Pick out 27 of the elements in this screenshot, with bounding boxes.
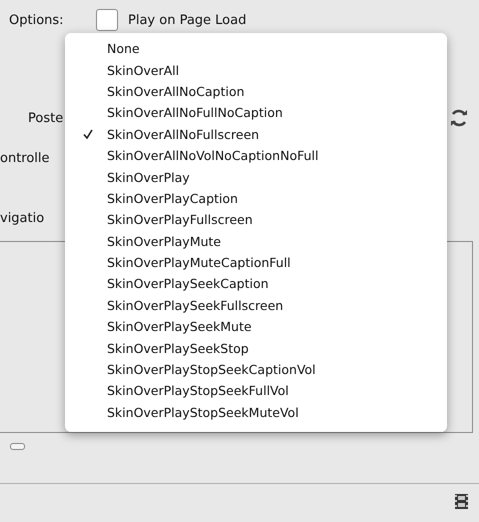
menu-item[interactable]: SkinOverPlayStopSeekFullVol (107, 383, 289, 398)
menu-item[interactable]: SkinOverAllNoVolNoCaptionNoFull (107, 148, 318, 164)
menu-item[interactable]: SkinOverPlayMuteCaptionFull (107, 255, 291, 270)
poster-label: Poste (27, 110, 64, 126)
menu-item[interactable]: SkinOverPlaySeekMute (107, 319, 252, 334)
menu-item[interactable]: SkinOverPlayStopSeekMuteVol (107, 404, 299, 420)
menu-item[interactable]: SkinOverPlaySeekFullscreen (107, 298, 284, 313)
menu-item[interactable]: SkinOverAllNoFullscreen (107, 126, 260, 142)
options-label: Options: (9, 12, 65, 28)
menu-item[interactable]: SkinOverPlayStopSeekCaptionVol (107, 362, 316, 378)
navigation-label: vigatio (0, 210, 44, 226)
play-on-load-checkbox[interactable] (96, 9, 118, 31)
menu-item[interactable]: SkinOverAll (107, 62, 180, 78)
menu-item[interactable]: SkinOverPlaySeekStop (107, 340, 249, 356)
menu-item[interactable]: SkinOverPlaySeekCaption (107, 276, 269, 292)
controller-label: ontrolle (0, 150, 50, 166)
refresh-icon[interactable] (449, 108, 469, 128)
menu-item[interactable]: SkinOverPlayCaption (107, 190, 238, 206)
slider-handle[interactable] (10, 443, 25, 450)
play-on-load-label: Play on Page Load (128, 12, 246, 28)
menu-item[interactable]: SkinOverAllNoCaption (107, 84, 244, 99)
menu-item[interactable]: SkinOverAllNoFullNoCaption (107, 105, 283, 120)
film-strip-icon[interactable] (455, 494, 468, 509)
menu-item[interactable]: SkinOverPlayFullscreen (107, 212, 253, 228)
menu-item[interactable]: SkinOverPlayMute (107, 234, 222, 249)
menu-item[interactable]: SkinOverPlay (107, 170, 190, 185)
menu-item[interactable]: None (107, 41, 140, 56)
